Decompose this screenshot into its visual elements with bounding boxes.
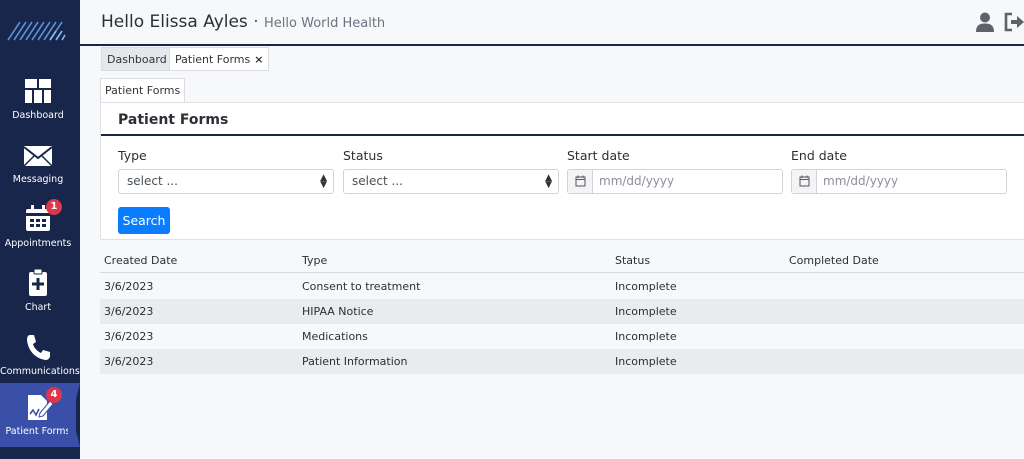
sidebar-item-label: Communications: [0, 366, 80, 377]
created-date-cell: 3/6/2023: [104, 355, 154, 368]
status-label: Status: [343, 148, 383, 163]
start-date-label: Start date: [567, 148, 630, 163]
tab-patient-forms[interactable]: Patient Forms ×: [169, 47, 270, 71]
user-profile-icon[interactable]: [974, 11, 996, 33]
tab-dashboard[interactable]: Dashboard: [101, 47, 173, 71]
top-header: Hello Elissa Ayles · Hello World Health: [80, 0, 1024, 46]
table-row[interactable]: 3/6/2023 Patient Information Incomplete: [100, 349, 1024, 374]
status-cell: Incomplete: [615, 280, 677, 293]
status-select-value: select ...: [352, 174, 403, 188]
calendar-icon[interactable]: [792, 170, 817, 193]
sidebar-item-dashboard[interactable]: Dashboard: [0, 67, 76, 131]
divider: [101, 134, 1024, 136]
calendar-icon[interactable]: [568, 170, 593, 193]
active-indicator: [68, 383, 80, 447]
sidebar-item-label: Dashboard: [12, 110, 64, 121]
end-date-placeholder: mm/dd/yyyy: [823, 174, 899, 188]
subtab-label: Patient Forms: [105, 84, 181, 97]
status-select[interactable]: select ... ▲ ▼: [343, 169, 559, 194]
sidebar-item-label: Messaging: [12, 174, 64, 185]
end-date-label: End date: [791, 148, 847, 163]
brand-logo: [7, 21, 66, 41]
status-cell: Incomplete: [615, 330, 677, 343]
table-row[interactable]: 3/6/2023 Medications Incomplete: [100, 324, 1024, 349]
select-arrows-icon: ▲ ▼: [320, 173, 327, 190]
column-header[interactable]: Created Date: [104, 248, 177, 273]
type-cell: Patient Information: [302, 355, 408, 368]
created-date-cell: 3/6/2023: [104, 280, 154, 293]
column-header[interactable]: Type: [302, 248, 327, 273]
phone-icon: [27, 335, 50, 360]
type-select[interactable]: select ... ▲ ▼: [118, 169, 334, 194]
user-greeting: Hello Elissa Ayles: [101, 12, 248, 32]
close-icon[interactable]: ×: [254, 53, 263, 66]
end-date-field[interactable]: mm/dd/yyyy: [791, 169, 1007, 194]
sidebar-item-patient-forms[interactable]: 4 Patient Forms: [0, 383, 76, 447]
tab-label: Dashboard: [107, 53, 167, 66]
dashboard-icon: [25, 79, 51, 103]
select-arrows-icon: ▲ ▼: [545, 173, 552, 190]
greeting-separator: ·: [253, 12, 259, 32]
type-cell: HIPAA Notice: [302, 305, 374, 318]
type-cell: Consent to treatment: [302, 280, 421, 293]
sidebar-item-communications[interactable]: Communications: [0, 323, 80, 387]
appointments-badge: 1: [46, 199, 62, 215]
column-header[interactable]: Status: [615, 248, 650, 273]
status-cell: Incomplete: [615, 355, 677, 368]
status-cell: Incomplete: [615, 305, 677, 318]
type-label: Type: [118, 148, 147, 163]
type-select-value: select ...: [127, 174, 178, 188]
created-date-cell: 3/6/2023: [104, 305, 154, 318]
sidebar-item-label: Patient Forms: [5, 426, 71, 437]
subtab-patient-forms[interactable]: Patient Forms: [100, 78, 186, 102]
sidebar-item-label: Appointments: [4, 238, 72, 249]
column-header[interactable]: Completed Date: [789, 248, 879, 273]
logout-icon[interactable]: [1003, 11, 1024, 33]
table-row[interactable]: 3/6/2023 HIPAA Notice Incomplete: [100, 299, 1024, 324]
search-button[interactable]: Search: [118, 207, 170, 234]
filter-panel: Patient Forms Type select ... ▲ ▼ Status …: [100, 102, 1024, 240]
table-header: Created Date Type Status Completed Date: [100, 248, 1024, 273]
sidebar-item-chart[interactable]: Chart: [0, 259, 76, 323]
type-cell: Medications: [302, 330, 368, 343]
start-date-placeholder: mm/dd/yyyy: [599, 174, 675, 188]
envelope-icon: [23, 146, 53, 167]
table-row[interactable]: 3/6/2023 Consent to treatment Incomplete: [100, 274, 1024, 299]
start-date-field[interactable]: mm/dd/yyyy: [567, 169, 783, 194]
patient-forms-badge: 4: [46, 387, 62, 403]
tab-label: Patient Forms: [175, 53, 251, 66]
sidebar-item-messaging[interactable]: Messaging: [0, 131, 76, 195]
panel-title: Patient Forms: [118, 112, 229, 128]
sidebar-item-appointments[interactable]: 1 Appointments: [0, 195, 76, 259]
clipboard-plus-icon: [29, 268, 47, 296]
organization-name: Hello World Health: [264, 16, 386, 31]
greeting: Hello Elissa Ayles · Hello World Health: [101, 12, 385, 32]
created-date-cell: 3/6/2023: [104, 330, 154, 343]
sidebar-item-label: Chart: [24, 302, 52, 313]
sidebar: Dashboard Messaging 1 Appointments Chart…: [0, 0, 80, 459]
